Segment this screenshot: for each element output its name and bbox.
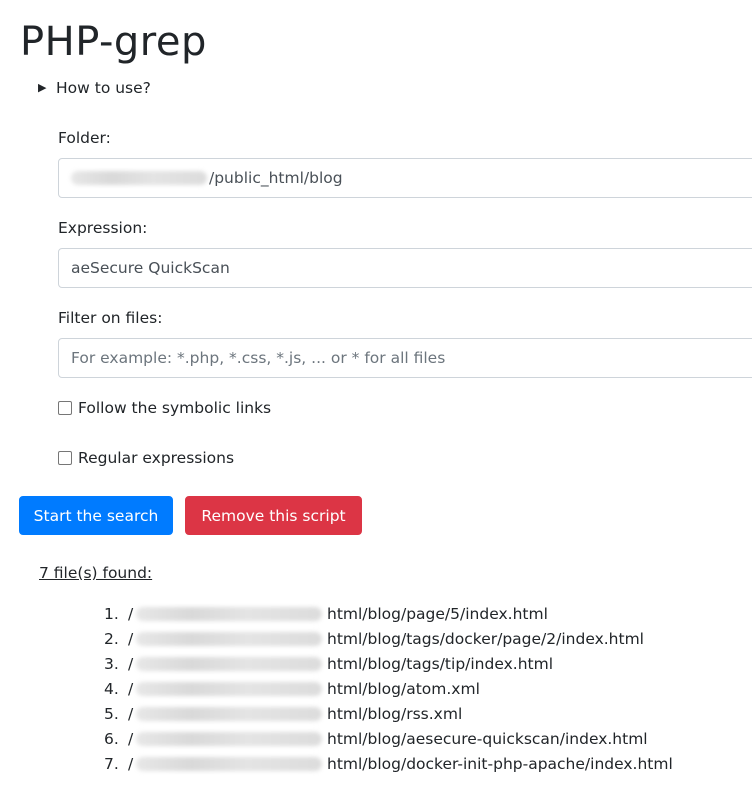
follow-symlinks-option[interactable]: Follow the symbolic links	[58, 396, 271, 420]
results-summary: 7 file(s) found:	[39, 564, 153, 582]
disclosure-triangle-icon: ▶	[38, 81, 47, 94]
result-prefix: /	[128, 705, 134, 723]
remove-script-button[interactable]: Remove this script	[185, 496, 362, 535]
follow-symlinks-label: Follow the symbolic links	[78, 399, 272, 417]
page-title: PHP-grep	[20, 19, 207, 65]
redacted-path-segment	[136, 607, 322, 621]
result-number: 2.	[104, 630, 119, 648]
result-prefix: /	[128, 680, 134, 698]
result-path: html/blog/docker-init-php-apache/index.h…	[327, 755, 673, 773]
result-number: 6.	[104, 730, 119, 748]
redacted-path-segment	[136, 632, 322, 646]
how-to-use-toggle[interactable]: ▶ How to use?	[38, 76, 151, 100]
result-path: html/blog/aesecure-quickscan/index.html	[327, 730, 648, 748]
result-prefix: /	[128, 730, 134, 748]
filter-label: Filter on files:	[58, 309, 163, 327]
php-grep-page: PHP-grep ▶ How to use? Folder: /public_h…	[0, 0, 752, 791]
redacted-path-segment	[136, 757, 322, 771]
how-to-use-label: How to use?	[56, 79, 151, 97]
redacted-path-segment	[136, 707, 322, 721]
regex-checkbox[interactable]	[58, 451, 72, 465]
result-number: 7.	[104, 755, 119, 773]
expression-label: Expression:	[58, 219, 148, 237]
result-number: 1.	[104, 605, 119, 623]
result-number: 5.	[104, 705, 119, 723]
regex-option[interactable]: Regular expressions	[58, 446, 234, 470]
result-prefix: /	[128, 630, 134, 648]
result-prefix: /	[128, 605, 134, 623]
result-prefix: /	[128, 655, 134, 673]
expression-input[interactable]	[71, 249, 752, 287]
redacted-path-segment	[136, 682, 322, 696]
result-number: 4.	[104, 680, 119, 698]
folder-field[interactable]: /public_html/blog	[58, 158, 752, 198]
result-path: html/blog/tags/docker/page/2/index.html	[327, 630, 644, 648]
start-search-button[interactable]: Start the search	[19, 496, 173, 535]
result-number: 3.	[104, 655, 119, 673]
result-path: html/blog/atom.xml	[327, 680, 480, 698]
filter-field[interactable]	[58, 338, 752, 378]
filter-input[interactable]	[71, 339, 752, 377]
regex-label: Regular expressions	[78, 449, 235, 467]
redacted-path-segment	[136, 732, 322, 746]
follow-symlinks-checkbox[interactable]	[58, 401, 72, 415]
redacted-path-segment	[71, 171, 207, 185]
expression-field[interactable]	[58, 248, 752, 288]
result-path: html/blog/page/5/index.html	[327, 605, 548, 623]
result-prefix: /	[128, 755, 134, 773]
result-path: html/blog/tags/tip/index.html	[327, 655, 554, 673]
redacted-path-segment	[136, 657, 322, 671]
folder-value: /public_html/blog	[209, 169, 343, 187]
folder-label: Folder:	[58, 129, 111, 147]
result-path: html/blog/rss.xml	[327, 705, 463, 723]
